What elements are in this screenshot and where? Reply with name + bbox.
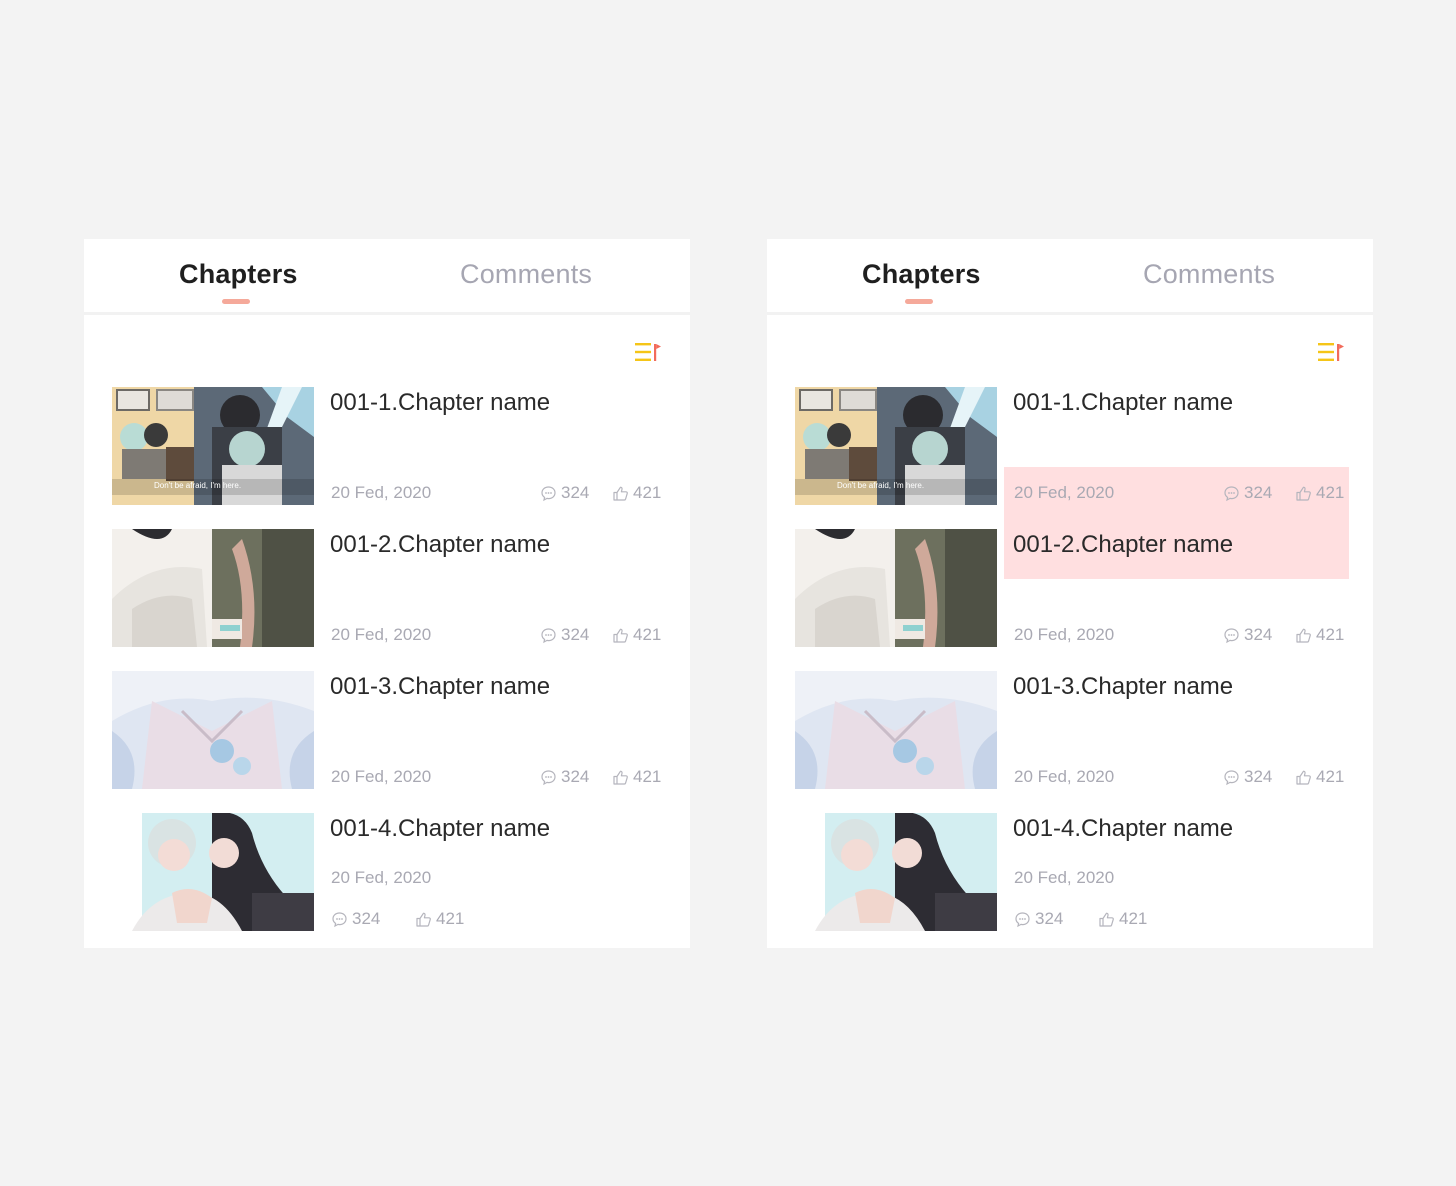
thumbs-up-icon [1099,912,1114,927]
sort-list-icon[interactable] [635,342,661,362]
comment-bubble-icon [541,627,556,643]
chapter-item[interactable]: 001-4.Chapter name 20 Fed, 2020 324 421 [795,813,1355,933]
comment-count: 324 [540,625,589,645]
tab-bar: Chapters Comments [767,239,1373,315]
active-tab-indicator [222,299,250,304]
comment-count: 324 [1223,625,1272,645]
like-count-value: 421 [633,483,662,502]
comment-count-value: 324 [1244,767,1273,786]
comment-bubble-icon [1224,627,1239,643]
like-count[interactable]: 421 [1295,483,1344,503]
comment-bubble-icon [1224,485,1239,501]
active-tab-indicator [905,299,933,304]
chapter-title[interactable]: 001-2.Chapter name [330,531,550,559]
comment-bubble-icon [1015,911,1030,927]
thumbs-up-icon [613,486,628,501]
comment-count-value: 324 [1244,625,1273,644]
thumbnail-caption: Don't be afraid, I'm here. [837,481,924,490]
comment-count-value: 324 [561,767,590,786]
like-count[interactable]: 421 [612,625,661,645]
chapter-item[interactable]: 001-2.Chapter name 20 Fed, 2020 324 421 [795,529,1355,649]
thumbs-up-icon [416,912,431,927]
like-count[interactable]: 421 [1295,767,1344,787]
thumbs-up-icon [1296,770,1311,785]
chapter-title[interactable]: 001-3.Chapter name [1013,673,1233,701]
comment-bubble-icon [541,485,556,501]
comment-bubble-icon [541,769,556,785]
comment-count: 324 [1223,767,1272,787]
chapter-thumbnail [112,529,314,647]
chapter-thumbnail [112,813,314,931]
chapter-date: 20 Fed, 2020 [331,625,432,644]
comment-count: 324 [331,909,380,929]
tab-comments[interactable]: Comments [1143,259,1275,290]
comment-bubble-icon [332,911,347,927]
like-count-value: 421 [436,909,465,928]
like-count-value: 421 [633,767,662,786]
chapter-item[interactable]: Don't be afraid, I'm here. 001-1.Chapter… [112,387,672,507]
chapter-panel-left: Chapters Comments Don't be afraid, I'm h… [84,239,690,948]
chapter-title[interactable]: 001-4.Chapter name [1013,815,1233,843]
thumbs-up-icon [613,770,628,785]
chapter-title[interactable]: 001-1.Chapter name [1013,389,1233,417]
tab-chapters[interactable]: Chapters [862,259,981,290]
comment-count: 324 [1223,483,1272,503]
like-count[interactable]: 421 [612,767,661,787]
thumbs-up-icon [1296,628,1311,643]
chapter-date: 20 Fed, 2020 [331,868,432,887]
chapter-date: 20 Fed, 2020 [1014,625,1115,644]
like-count[interactable]: 421 [415,909,464,929]
like-count[interactable]: 421 [1098,909,1147,929]
chapter-thumbnail [795,671,997,789]
chapter-title[interactable]: 001-2.Chapter name [1013,531,1233,559]
chapter-item[interactable]: 001-3.Chapter name 20 Fed, 2020 324 421 [112,671,672,791]
like-count-value: 421 [633,625,662,644]
chapter-date: 20 Fed, 2020 [1014,483,1115,502]
chapter-title[interactable]: 001-3.Chapter name [330,673,550,701]
chapter-item[interactable]: Don't be afraid, I'm here. 001-1.Chapter… [795,387,1355,507]
like-count-value: 421 [1316,625,1345,644]
chapter-item[interactable]: 001-4.Chapter name 20 Fed, 2020 324 421 [112,813,672,933]
comment-bubble-icon [1224,769,1239,785]
like-count-value: 421 [1119,909,1148,928]
chapter-date: 20 Fed, 2020 [331,483,432,502]
chapter-panel-right: Chapters Comments Don't be afraid, I'm h… [767,239,1373,948]
chapter-title[interactable]: 001-4.Chapter name [330,815,550,843]
sort-list-icon[interactable] [1318,342,1344,362]
comment-count-value: 324 [1244,483,1273,502]
chapter-item[interactable]: 001-3.Chapter name 20 Fed, 2020 324 421 [795,671,1355,791]
comment-count: 324 [540,767,589,787]
comment-count-value: 324 [561,625,590,644]
comment-count-value: 324 [1035,909,1064,928]
thumbnail-caption: Don't be afraid, I'm here. [154,481,241,490]
like-count-value: 421 [1316,767,1345,786]
like-count[interactable]: 421 [1295,625,1344,645]
chapter-date: 20 Fed, 2020 [1014,767,1115,786]
like-count-value: 421 [1316,483,1345,502]
chapter-date: 20 Fed, 2020 [1014,868,1115,887]
tab-comments[interactable]: Comments [460,259,592,290]
chapter-thumbnail: Don't be afraid, I'm here. [795,387,997,505]
chapter-thumbnail [795,813,997,931]
tab-chapters[interactable]: Chapters [179,259,298,290]
chapter-title[interactable]: 001-1.Chapter name [330,389,550,417]
thumbs-up-icon [613,628,628,643]
comment-count: 324 [1014,909,1063,929]
like-count[interactable]: 421 [612,483,661,503]
comment-count: 324 [540,483,589,503]
chapter-item[interactable]: 001-2.Chapter name 20 Fed, 2020 324 421 [112,529,672,649]
chapter-thumbnail [112,671,314,789]
chapter-date: 20 Fed, 2020 [331,767,432,786]
chapter-thumbnail [795,529,997,647]
comment-count-value: 324 [352,909,381,928]
thumbs-up-icon [1296,486,1311,501]
tab-bar: Chapters Comments [84,239,690,315]
comment-count-value: 324 [561,483,590,502]
chapter-thumbnail: Don't be afraid, I'm here. [112,387,314,505]
